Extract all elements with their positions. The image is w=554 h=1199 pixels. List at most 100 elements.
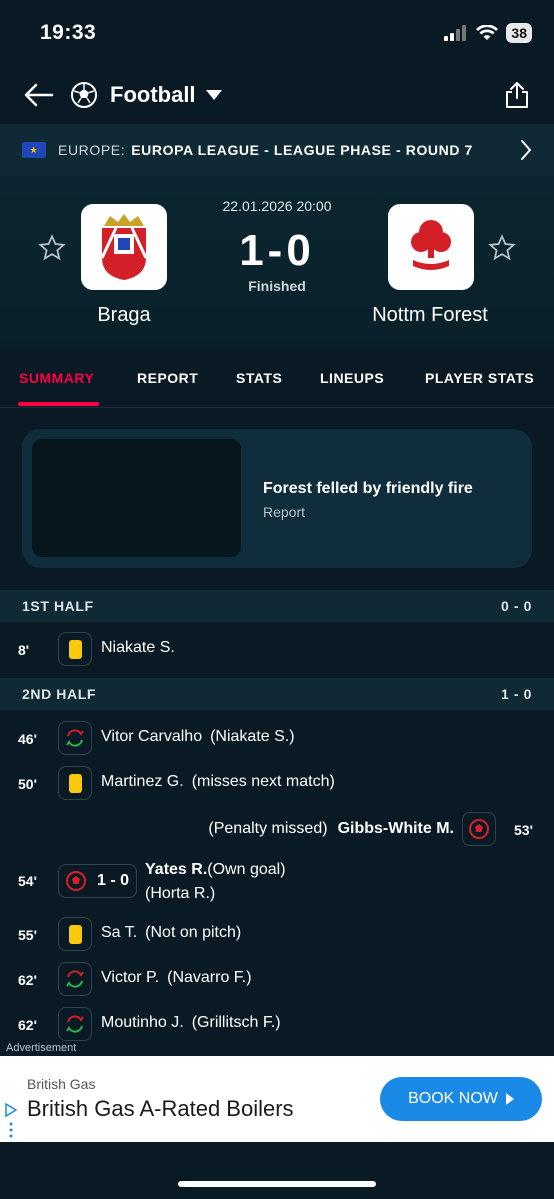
- tab-report[interactable]: REPORT: [137, 370, 198, 386]
- tab-stats[interactable]: STATS: [236, 370, 282, 386]
- home-team-name[interactable]: Braga: [24, 304, 224, 327]
- event-player: Victor P.: [101, 969, 160, 986]
- goal-score-chip: 1 - 0: [58, 864, 137, 898]
- event-player: Martinez G.: [101, 773, 184, 790]
- home-indicator[interactable]: [178, 1181, 376, 1187]
- half-header: 2ND HALF 1 - 0: [0, 678, 554, 710]
- match-header: Braga 22.01.2026 20:00 1-0 Finished Nott…: [0, 176, 554, 348]
- forest-crest-icon: [411, 220, 451, 270]
- event-row[interactable]: 62' Victor P. (Navarro F.): [0, 960, 554, 1000]
- ad-label: Advertisement: [6, 1042, 77, 1054]
- event-text: Victor P. (Navarro F.): [101, 969, 252, 987]
- book-now-button[interactable]: BOOK NOW: [380, 1077, 542, 1121]
- half-header: 1ST HALF 0 - 0: [0, 590, 554, 622]
- tab-player-stats[interactable]: PLAYER STATS: [425, 370, 534, 386]
- news-card[interactable]: Forest felled by friendly fire Report: [22, 429, 532, 568]
- away-team-name[interactable]: Nottm Forest: [330, 304, 530, 327]
- news-thumbnail: [32, 439, 241, 557]
- event-row[interactable]: (Penalty missed) Gibbs-White M. 53': [0, 810, 554, 850]
- adchoices-icon[interactable]: [4, 1102, 18, 1142]
- event-minute: 54': [18, 873, 37, 889]
- sport-title[interactable]: Football: [110, 82, 196, 108]
- status-icons: 38: [444, 23, 532, 43]
- wifi-icon: [476, 25, 499, 40]
- event-player: Yates R.: [145, 861, 208, 878]
- event-minute: 62': [18, 972, 37, 988]
- ad-brand: British Gas: [27, 1076, 96, 1092]
- event-minute: 53': [514, 822, 533, 838]
- favorite-home-star-icon[interactable]: [38, 234, 66, 262]
- event-text: Moutinho J. (Grillitsch F.): [101, 1014, 281, 1032]
- league-country: EUROPE:: [58, 142, 126, 158]
- event-minute: 50': [18, 776, 37, 792]
- event-detail: (Penalty missed): [208, 820, 328, 837]
- favorite-away-star-icon[interactable]: [488, 234, 516, 262]
- event-row[interactable]: 62' Moutinho J. (Grillitsch F.): [0, 1005, 554, 1045]
- home-team-crest[interactable]: [81, 204, 167, 290]
- half-score: 0 - 0: [500, 598, 532, 614]
- event-row[interactable]: 46' Vitor Carvalho (Niakate S.): [0, 719, 554, 759]
- football-icon: [71, 82, 97, 108]
- clock: 19:33: [40, 21, 97, 44]
- event-detail: (misses next match): [191, 773, 335, 790]
- event-player: Sa T.: [101, 924, 138, 941]
- signal-icon: [444, 25, 467, 41]
- yellow-card-icon: [58, 766, 92, 800]
- event-detail: (Navarro F.): [167, 969, 252, 986]
- half-label: 2ND HALF: [22, 686, 97, 702]
- match-datetime: 22.01.2026 20:00: [222, 198, 332, 214]
- event-minute: 55': [18, 927, 37, 943]
- event-row[interactable]: 50' Martinez G. (misses next match): [0, 764, 554, 804]
- yellow-card-icon: [58, 917, 92, 951]
- event-detail: (Grillitsch F.): [191, 1014, 281, 1031]
- goal-score: 1 - 0: [97, 872, 130, 889]
- book-now-label: BOOK NOW: [408, 1090, 498, 1107]
- league-bar[interactable]: ★ EUROPE: EUROPA LEAGUE - LEAGUE PHASE -…: [0, 124, 554, 176]
- league-competition: EUROPA LEAGUE - LEAGUE PHASE - ROUND 7: [131, 142, 473, 158]
- match-tabs: SUMMARY REPORT STATS LINEUPS PLAYER STAT…: [0, 348, 554, 408]
- active-tab-indicator: [18, 402, 99, 406]
- event-text: Yates R.(Own goal): [145, 861, 286, 879]
- substitution-icon: [58, 721, 92, 755]
- event-assist: (Horta R.): [145, 885, 216, 902]
- event-minute: 62': [18, 1017, 37, 1033]
- event-row[interactable]: 8' Niakate S.: [0, 630, 554, 670]
- half-score: 1 - 0: [500, 686, 532, 702]
- event-text: Martinez G. (misses next match): [101, 773, 335, 791]
- tab-lineups[interactable]: LINEUPS: [320, 370, 384, 386]
- event-text: (Penalty missed) Gibbs-White M.: [208, 820, 454, 838]
- news-subtitle: Report: [263, 504, 306, 520]
- ad-headline[interactable]: British Gas A-Rated Boilers: [27, 1096, 294, 1122]
- match-status: Finished: [248, 278, 306, 294]
- back-arrow-icon[interactable]: [24, 83, 54, 107]
- goal-ball-icon: [66, 871, 86, 891]
- event-detail: (Niakate S.): [210, 728, 295, 745]
- news-title: Forest felled by friendly fire: [263, 480, 473, 497]
- penalty-missed-icon: [462, 812, 496, 846]
- event-minute: 8': [18, 642, 30, 658]
- ad-banner[interactable]: British Gas British Gas A-Rated Boilers …: [0, 1056, 554, 1142]
- event-text: Sa T. (Not on pitch): [101, 924, 241, 942]
- eu-flag-icon: ★: [22, 142, 46, 158]
- event-row[interactable]: 54' 1 - 0 Yates R.(Own goal) (Horta R.): [0, 861, 554, 911]
- away-team-crest[interactable]: [388, 204, 474, 290]
- match-score: 1-0: [239, 226, 315, 275]
- caret-down-icon[interactable]: [205, 90, 222, 100]
- yellow-card-icon: [58, 632, 92, 666]
- braga-crest-icon: [100, 214, 148, 280]
- substitution-icon: [58, 962, 92, 996]
- half-label: 1ST HALF: [22, 598, 94, 614]
- battery-indicator: 38: [506, 23, 532, 43]
- tab-summary[interactable]: SUMMARY: [19, 370, 94, 386]
- share-icon[interactable]: [504, 81, 530, 109]
- event-minute: 46': [18, 731, 37, 747]
- chevron-right-icon[interactable]: [520, 139, 532, 161]
- event-player: Moutinho J.: [101, 1014, 184, 1031]
- event-detail: (Own goal): [207, 861, 286, 878]
- event-player: Vitor Carvalho: [101, 728, 203, 745]
- event-row[interactable]: 55' Sa T. (Not on pitch): [0, 915, 554, 955]
- substitution-icon: [58, 1007, 92, 1041]
- event-player: Gibbs-White M.: [337, 820, 454, 837]
- play-arrow-icon: [505, 1093, 514, 1105]
- top-header: Football: [0, 66, 554, 124]
